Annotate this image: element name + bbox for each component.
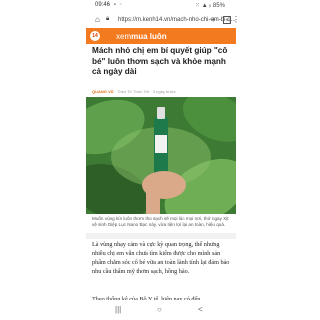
browser-toolbar: ⌂ 🔒︎ https://m.kenh14.vn/mach-nho-chi-em… [0,12,320,28]
site-header: 14 xemmua luôn [86,28,236,44]
more-vert-icon[interactable]: ⋮ [232,15,240,24]
article-title: Mách nhỏ chị em bí quyết giúp "cô bé" lu… [92,46,228,76]
lock-icon[interactable]: 🔒︎ [106,16,109,23]
site-logo[interactable]: 14 [90,31,100,41]
status-right: ⁙ ▲ ᵢₗ 85% [195,3,225,9]
hero-illustration [86,97,236,214]
brand-prefix: xem [116,32,132,41]
status-bar: 09:46 ◦ ▪ ◦ ⁙ ▲ ᵢₗ 85% [0,0,320,12]
image-caption: Muốn vùng kín luôn thơm tho sạch sẽ mọi … [92,216,229,228]
home-icon[interactable]: ⌂ [95,15,100,24]
article-time: 3 ngày trước [152,89,176,94]
hero-image [86,97,236,214]
article-author[interactable]: QUANG VŨ [92,89,114,94]
section-divider [86,233,236,239]
brand-main: mua luôn [131,32,167,41]
back-button[interactable]: < [198,305,203,314]
url-field[interactable]: https://m.kenh14.vn/mach-nho-chi-em-bi-q… [118,17,236,23]
article-meta: QUANG VŨ · Theo Trí Thức Trẻ · 3 ngày tr… [92,89,176,94]
notification-icons: ◦ ▪ ◦ [108,2,123,8]
plus-icon[interactable]: + [211,15,216,24]
tab-count-button[interactable]: 1 [223,16,231,24]
brand-label[interactable]: xemmua luôn [116,32,167,41]
recent-apps-button[interactable]: ||| [115,305,121,314]
android-nav-bar: ||| ○ < [0,300,320,320]
article-category[interactable]: Theo Trí Thức Trẻ [117,89,149,94]
article-paragraph: Là vùng nhạy cảm và cực kỳ quan trọng, t… [92,241,230,275]
home-button[interactable]: ○ [157,305,162,314]
